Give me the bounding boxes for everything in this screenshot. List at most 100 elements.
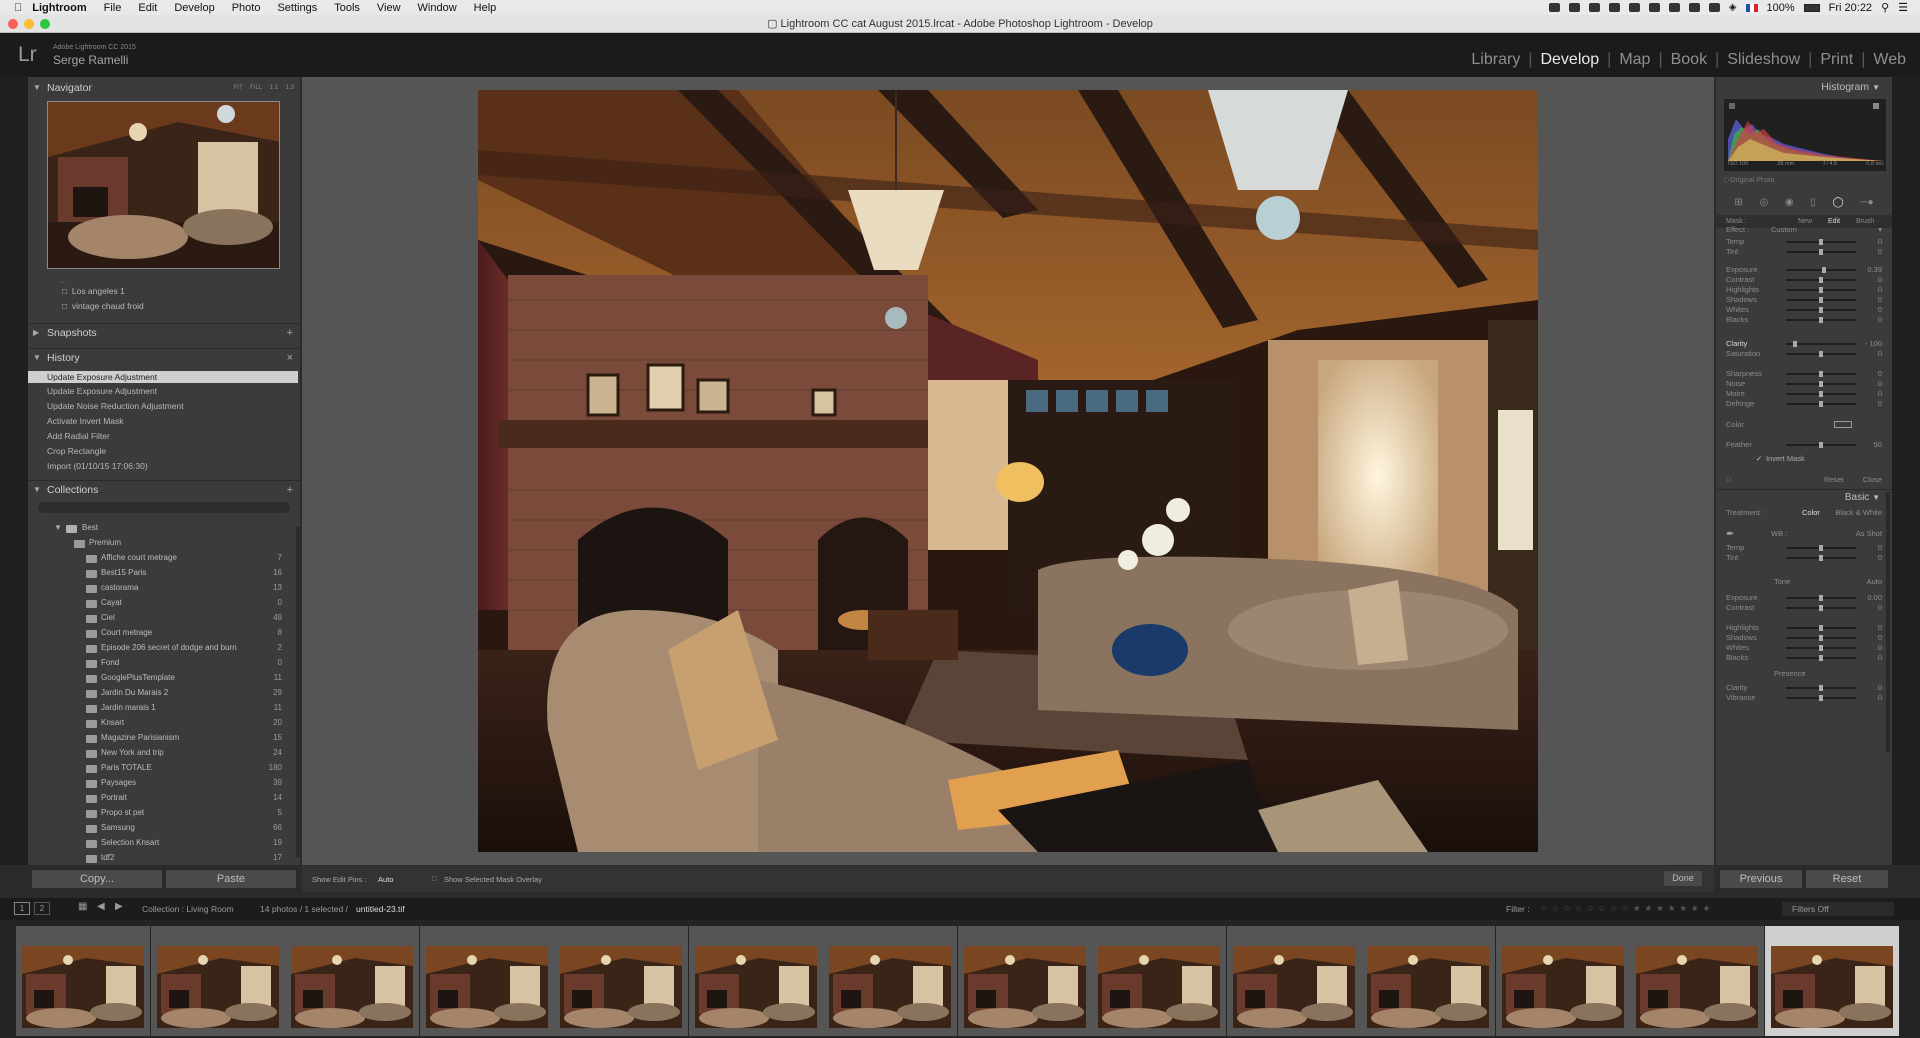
collection-item[interactable]: Episode 206 secret of dodge and burn 2: [86, 643, 282, 655]
slider-track[interactable]: [1786, 381, 1856, 387]
main-window-button[interactable]: 1: [14, 902, 30, 915]
filmstrip-filename[interactable]: untitled-23.tif: [356, 904, 405, 914]
history-item[interactable]: Add Radial Filter: [47, 431, 110, 441]
slider-knob[interactable]: [1819, 635, 1823, 641]
slider-whites[interactable]: Whites 0: [1726, 305, 1882, 315]
menu-tools[interactable]: Tools: [334, 2, 360, 14]
filmstrip-thumbnail[interactable]: [957, 926, 1092, 1036]
collection-item[interactable]: Fond 0: [86, 658, 282, 670]
slider-clarity[interactable]: Clarity - 100: [1726, 339, 1882, 349]
checkbox-icon[interactable]: □: [432, 874, 437, 883]
slider-feather[interactable]: Feather 50: [1726, 440, 1882, 450]
slider-knob[interactable]: [1819, 277, 1823, 283]
collection-item[interactable]: Ciel 49: [86, 613, 282, 625]
snapshots-header[interactable]: ▶ Snapshots +: [28, 323, 300, 341]
basic-slider-whites[interactable]: Whites 0: [1726, 643, 1882, 653]
slider-track[interactable]: [1786, 555, 1856, 561]
collection-item[interactable]: Paris TOTALE 180: [86, 763, 282, 775]
slider-knob[interactable]: [1819, 307, 1823, 313]
collection-item[interactable]: Samsung 66: [86, 823, 282, 835]
slider-track[interactable]: [1786, 645, 1856, 651]
slider-track[interactable]: [1786, 249, 1856, 255]
red-eye-icon[interactable]: ◉: [1785, 197, 1794, 208]
slider-track[interactable]: [1786, 605, 1856, 611]
menu-file[interactable]: File: [104, 2, 122, 14]
mask-close-button[interactable]: Close: [1863, 475, 1882, 484]
tray-app-icon[interactable]: [1608, 3, 1620, 12]
treatment-bw[interactable]: Black & White: [1835, 508, 1882, 517]
collection-item[interactable]: Jardin Du Marais 2 29: [86, 688, 282, 700]
slider-track[interactable]: [1786, 239, 1856, 245]
add-snapshot-icon[interactable]: +: [287, 324, 293, 342]
tray-app-icon[interactable]: [1668, 3, 1680, 12]
preset-item[interactable]: □ Los angeles 1: [62, 286, 125, 296]
slider-knob[interactable]: [1819, 645, 1823, 651]
reset-button[interactable]: Reset: [1806, 870, 1888, 888]
effect-row[interactable]: Effect : Custom ▾: [1726, 225, 1882, 235]
slider-track[interactable]: [1786, 625, 1856, 631]
collection-item[interactable]: Premium: [74, 538, 270, 550]
history-item[interactable]: Crop Rectangle: [47, 446, 106, 456]
collection-item[interactable]: Knsart 20: [86, 718, 282, 730]
basic-slider-tint[interactable]: Tint 0: [1726, 553, 1882, 563]
basic-slider-shadows[interactable]: Shadows 0: [1726, 633, 1882, 643]
slider-track[interactable]: [1786, 442, 1856, 448]
collection-item[interactable]: Court metrage 8: [86, 628, 282, 640]
module-web[interactable]: Web: [1865, 51, 1914, 69]
menu-settings[interactable]: Settings: [277, 2, 317, 14]
basic-slider-exposure[interactable]: Exposure 0.00: [1726, 593, 1882, 603]
slider-defringe[interactable]: Defringe 0: [1726, 399, 1882, 409]
slider-track[interactable]: [1786, 297, 1856, 303]
slider-temp[interactable]: Temp 0: [1726, 237, 1882, 247]
second-window-button[interactable]: 2: [34, 902, 50, 915]
zoom-fill[interactable]: FILL: [250, 85, 262, 91]
mask-brush[interactable]: Brush: [1856, 218, 1874, 225]
filmstrip-thumbnail[interactable]: [1361, 926, 1495, 1036]
slider-knob[interactable]: [1819, 317, 1823, 323]
collection-item[interactable]: Affiche court metrage 7: [86, 553, 282, 565]
collection-item[interactable]: Magazine Parisianism 15: [86, 733, 282, 745]
slider-knob[interactable]: [1819, 695, 1823, 701]
collections-search-field[interactable]: [38, 502, 290, 513]
flag-icon[interactable]: [1745, 3, 1758, 12]
slider-saturation[interactable]: Saturation 0: [1726, 349, 1882, 359]
filter-stars[interactable]: ☆☆☆☆☆☆☆☆★★★★★★★: [1540, 903, 1714, 914]
module-slideshow[interactable]: Slideshow: [1719, 51, 1808, 69]
slider-track[interactable]: [1786, 635, 1856, 641]
color-swatch[interactable]: [1834, 421, 1852, 428]
slider-knob[interactable]: [1819, 391, 1823, 397]
clear-history-icon[interactable]: ×: [287, 349, 293, 367]
treatment-color[interactable]: Color: [1802, 508, 1820, 517]
filmstrip-thumbnail[interactable]: [150, 926, 285, 1036]
mask-reset-button[interactable]: Reset: [1824, 475, 1844, 484]
slider-track[interactable]: [1786, 351, 1856, 357]
close-window-button[interactable]: [8, 19, 18, 29]
slider-track[interactable]: [1786, 287, 1856, 293]
filmstrip-thumbnail[interactable]: [688, 926, 823, 1036]
menu-window[interactable]: Window: [418, 2, 457, 14]
original-photo-toggle[interactable]: □ Original Photo: [1724, 177, 1775, 184]
history-item-selected[interactable]: Update Exposure Adjustment: [28, 371, 298, 383]
radial-filter-icon[interactable]: ◯: [1833, 197, 1844, 208]
slider-noise[interactable]: Noise 0: [1726, 379, 1882, 389]
collection-set-best[interactable]: ▼ Best: [54, 523, 250, 535]
slider-knob[interactable]: [1819, 595, 1823, 601]
back-arrow-icon[interactable]: ◀: [97, 901, 105, 912]
slider-track[interactable]: [1786, 545, 1856, 551]
search-icon[interactable]: ⚲: [1881, 1, 1889, 14]
adjustment-brush-icon[interactable]: ─●: [1860, 197, 1873, 208]
history-header[interactable]: ▼ History ×: [28, 348, 300, 366]
slider-knob[interactable]: [1819, 685, 1823, 691]
color-row[interactable]: Color: [1726, 420, 1882, 430]
histogram-chart[interactable]: ISO 100 28 mm f / 4.5 0.8 sec: [1724, 99, 1886, 171]
slider-knob[interactable]: [1819, 371, 1823, 377]
basic-slider-temp[interactable]: Temp 0: [1726, 543, 1882, 553]
forward-arrow-icon[interactable]: ▶: [115, 901, 123, 912]
slider-track[interactable]: [1786, 277, 1856, 283]
slider-knob[interactable]: [1819, 401, 1823, 407]
spot-removal-icon[interactable]: ◎: [1759, 197, 1768, 208]
slider-track[interactable]: [1786, 595, 1856, 601]
module-develop[interactable]: Develop: [1532, 51, 1607, 69]
slider-knob[interactable]: [1819, 287, 1823, 293]
slider-knob[interactable]: [1819, 442, 1823, 448]
